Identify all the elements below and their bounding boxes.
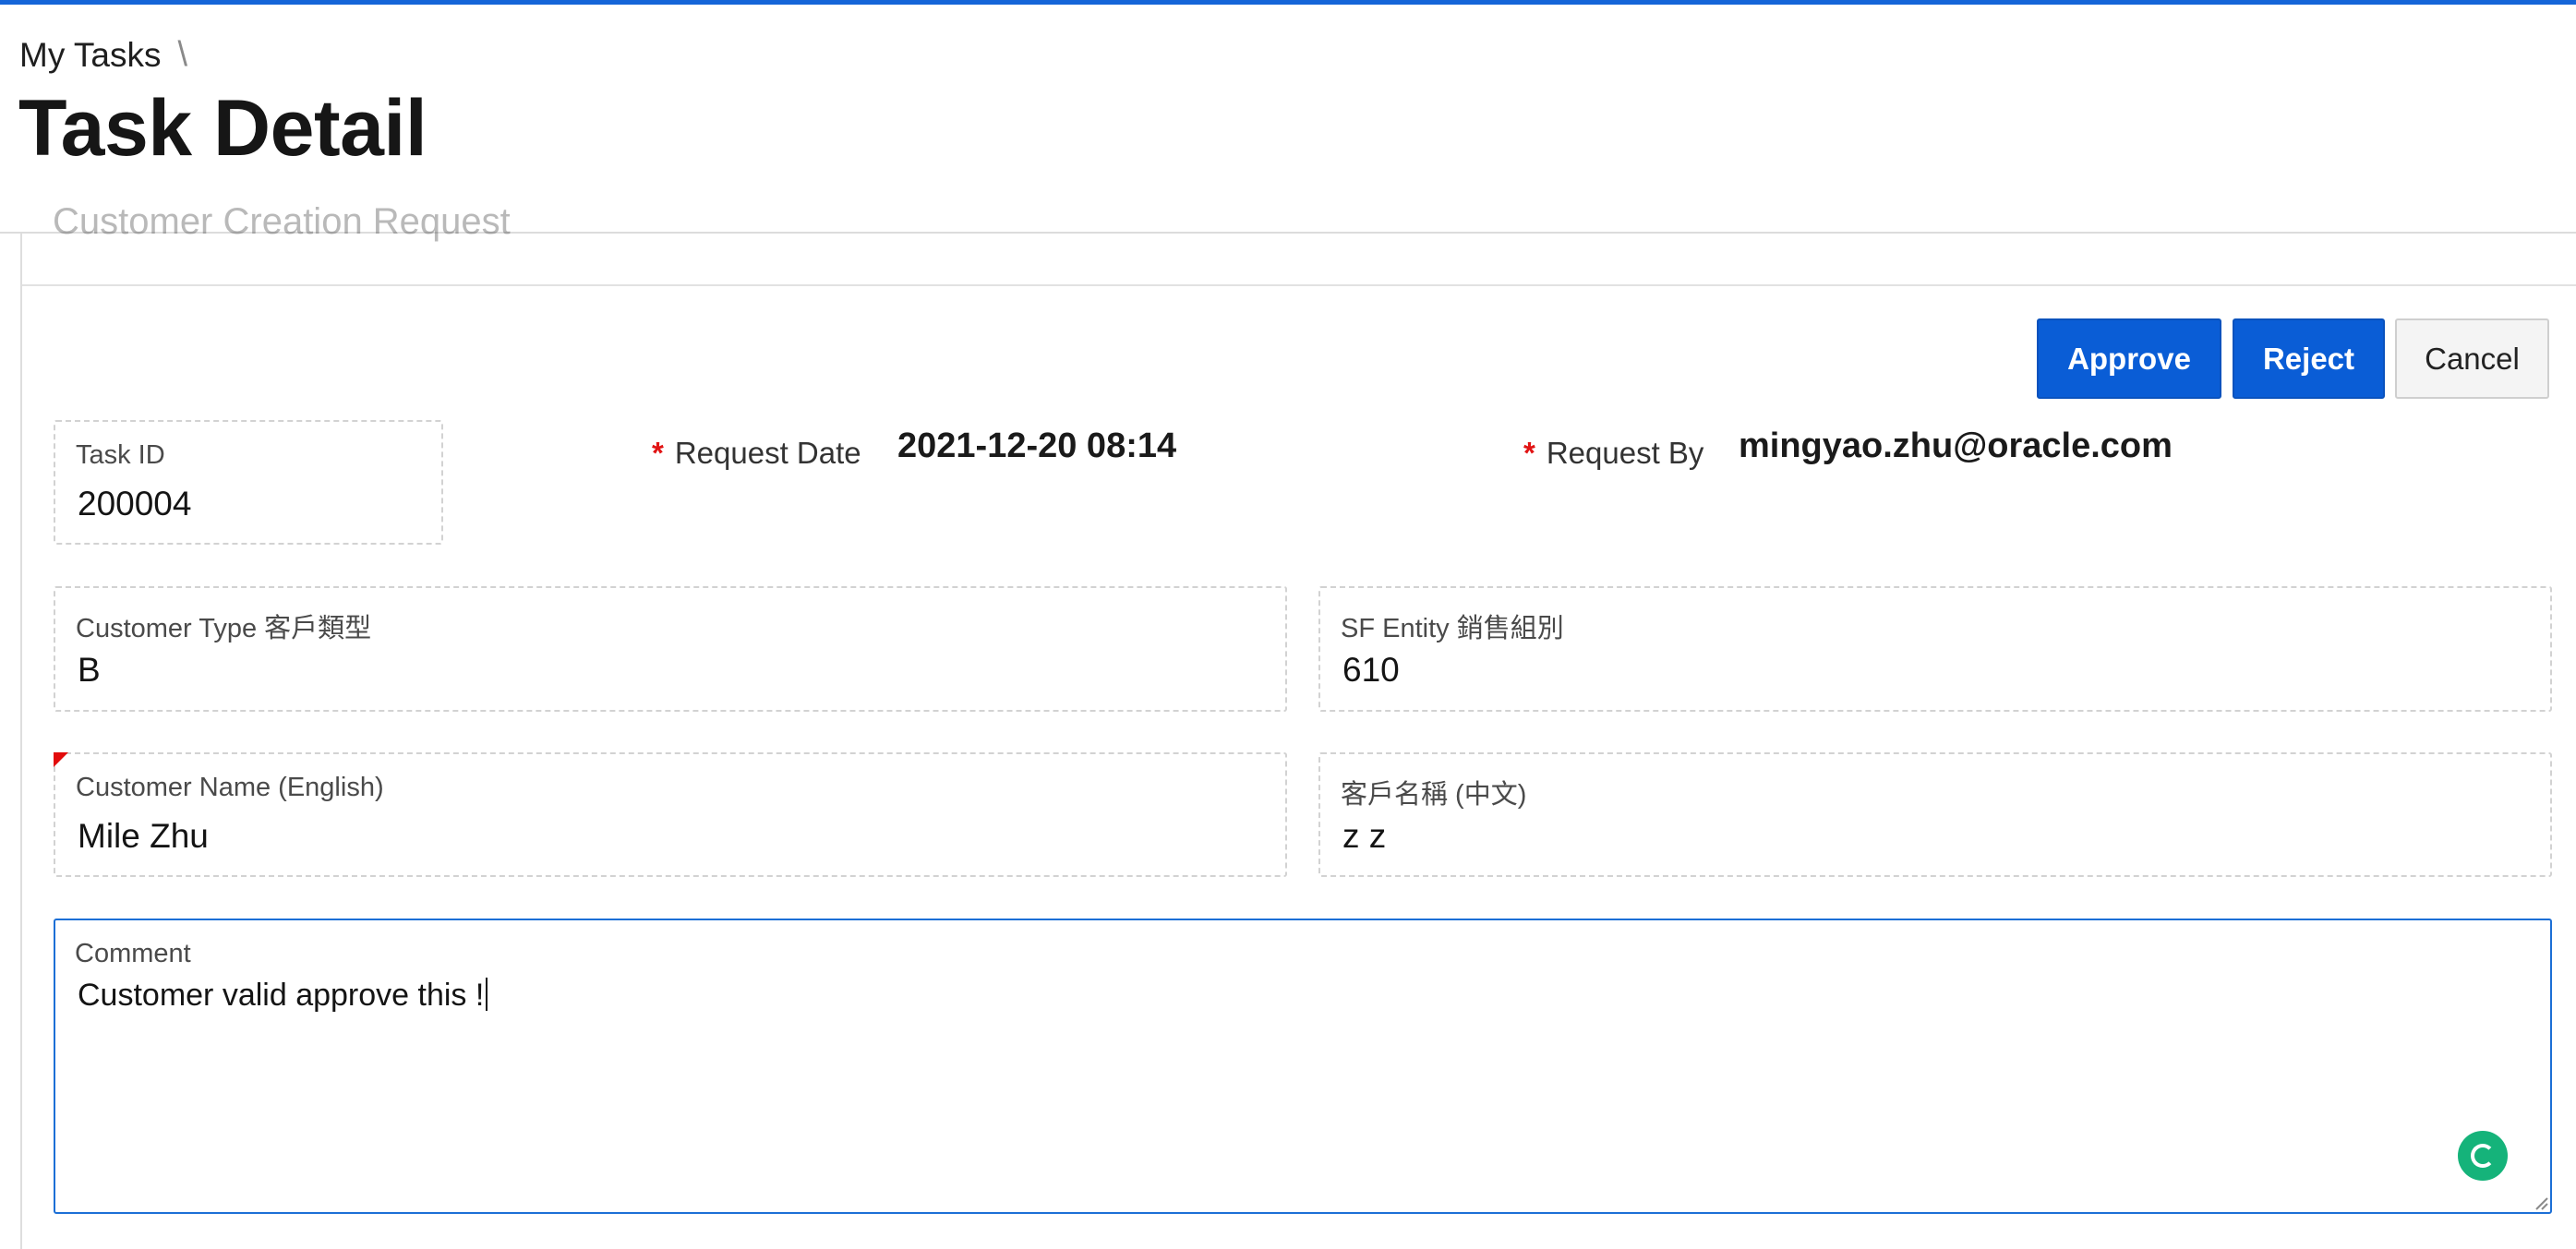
breadcrumb-separator: \ <box>177 35 188 74</box>
comment-text[interactable]: Customer valid approve this ! <box>78 978 488 1014</box>
required-asterisk: * <box>1523 436 1535 470</box>
cancel-button[interactable]: Cancel <box>2395 318 2549 399</box>
customer-name-chinese-value: z z <box>1342 817 1387 855</box>
task-id-value: 200004 <box>78 485 192 522</box>
grammar-check-icon[interactable] <box>2458 1131 2508 1181</box>
sf-entity-label: SF Entity 銷售組別 <box>1341 614 1564 643</box>
card-title: Customer Creation Request <box>53 201 511 242</box>
customer-type-label: Customer Type 客戶類型 <box>76 614 372 643</box>
request-by-value: mingyao.zhu@oracle.com <box>1739 426 2173 465</box>
text-caret <box>486 978 488 1011</box>
comment-textarea[interactable]: Comment Customer valid approve this ! <box>54 919 2552 1214</box>
required-asterisk: * <box>652 436 664 470</box>
sf-entity-value: 610 <box>1342 651 1400 689</box>
error-flag-icon <box>54 752 68 767</box>
request-date-value: 2021-12-20 08:14 <box>897 426 1177 465</box>
request-by-label: * Request By <box>1523 436 1704 470</box>
breadcrumb: My Tasks \ <box>19 35 187 75</box>
comment-label: Comment <box>75 939 191 968</box>
approve-button[interactable]: Approve <box>2037 318 2221 399</box>
customer-name-english-value: Mile Zhu <box>78 817 209 855</box>
customer-name-chinese-label: 客戶名稱 (中文) <box>1341 780 1527 810</box>
page-title: Task Detail <box>18 84 427 173</box>
reject-button[interactable]: Reject <box>2233 318 2385 399</box>
resize-handle-icon[interactable] <box>2532 1194 2548 1210</box>
sf-entity-field[interactable]: SF Entity 銷售組別 610 <box>1318 586 2552 712</box>
task-id-field[interactable]: Task ID 200004 <box>54 420 443 545</box>
card-header-divider <box>22 284 2576 286</box>
task-id-label: Task ID <box>76 440 165 470</box>
customer-name-english-field[interactable]: Customer Name (English) Mile Zhu <box>54 752 1287 877</box>
top-accent-bar <box>0 0 2576 5</box>
customer-name-chinese-field[interactable]: 客戶名稱 (中文) z z <box>1318 752 2552 877</box>
customer-type-field[interactable]: Customer Type 客戶類型 B <box>54 586 1287 712</box>
customer-name-english-label: Customer Name (English) <box>76 773 384 802</box>
request-date-label: * Request Date <box>652 436 861 470</box>
customer-type-value: B <box>78 651 101 689</box>
breadcrumb-link-my-tasks[interactable]: My Tasks <box>19 36 162 75</box>
